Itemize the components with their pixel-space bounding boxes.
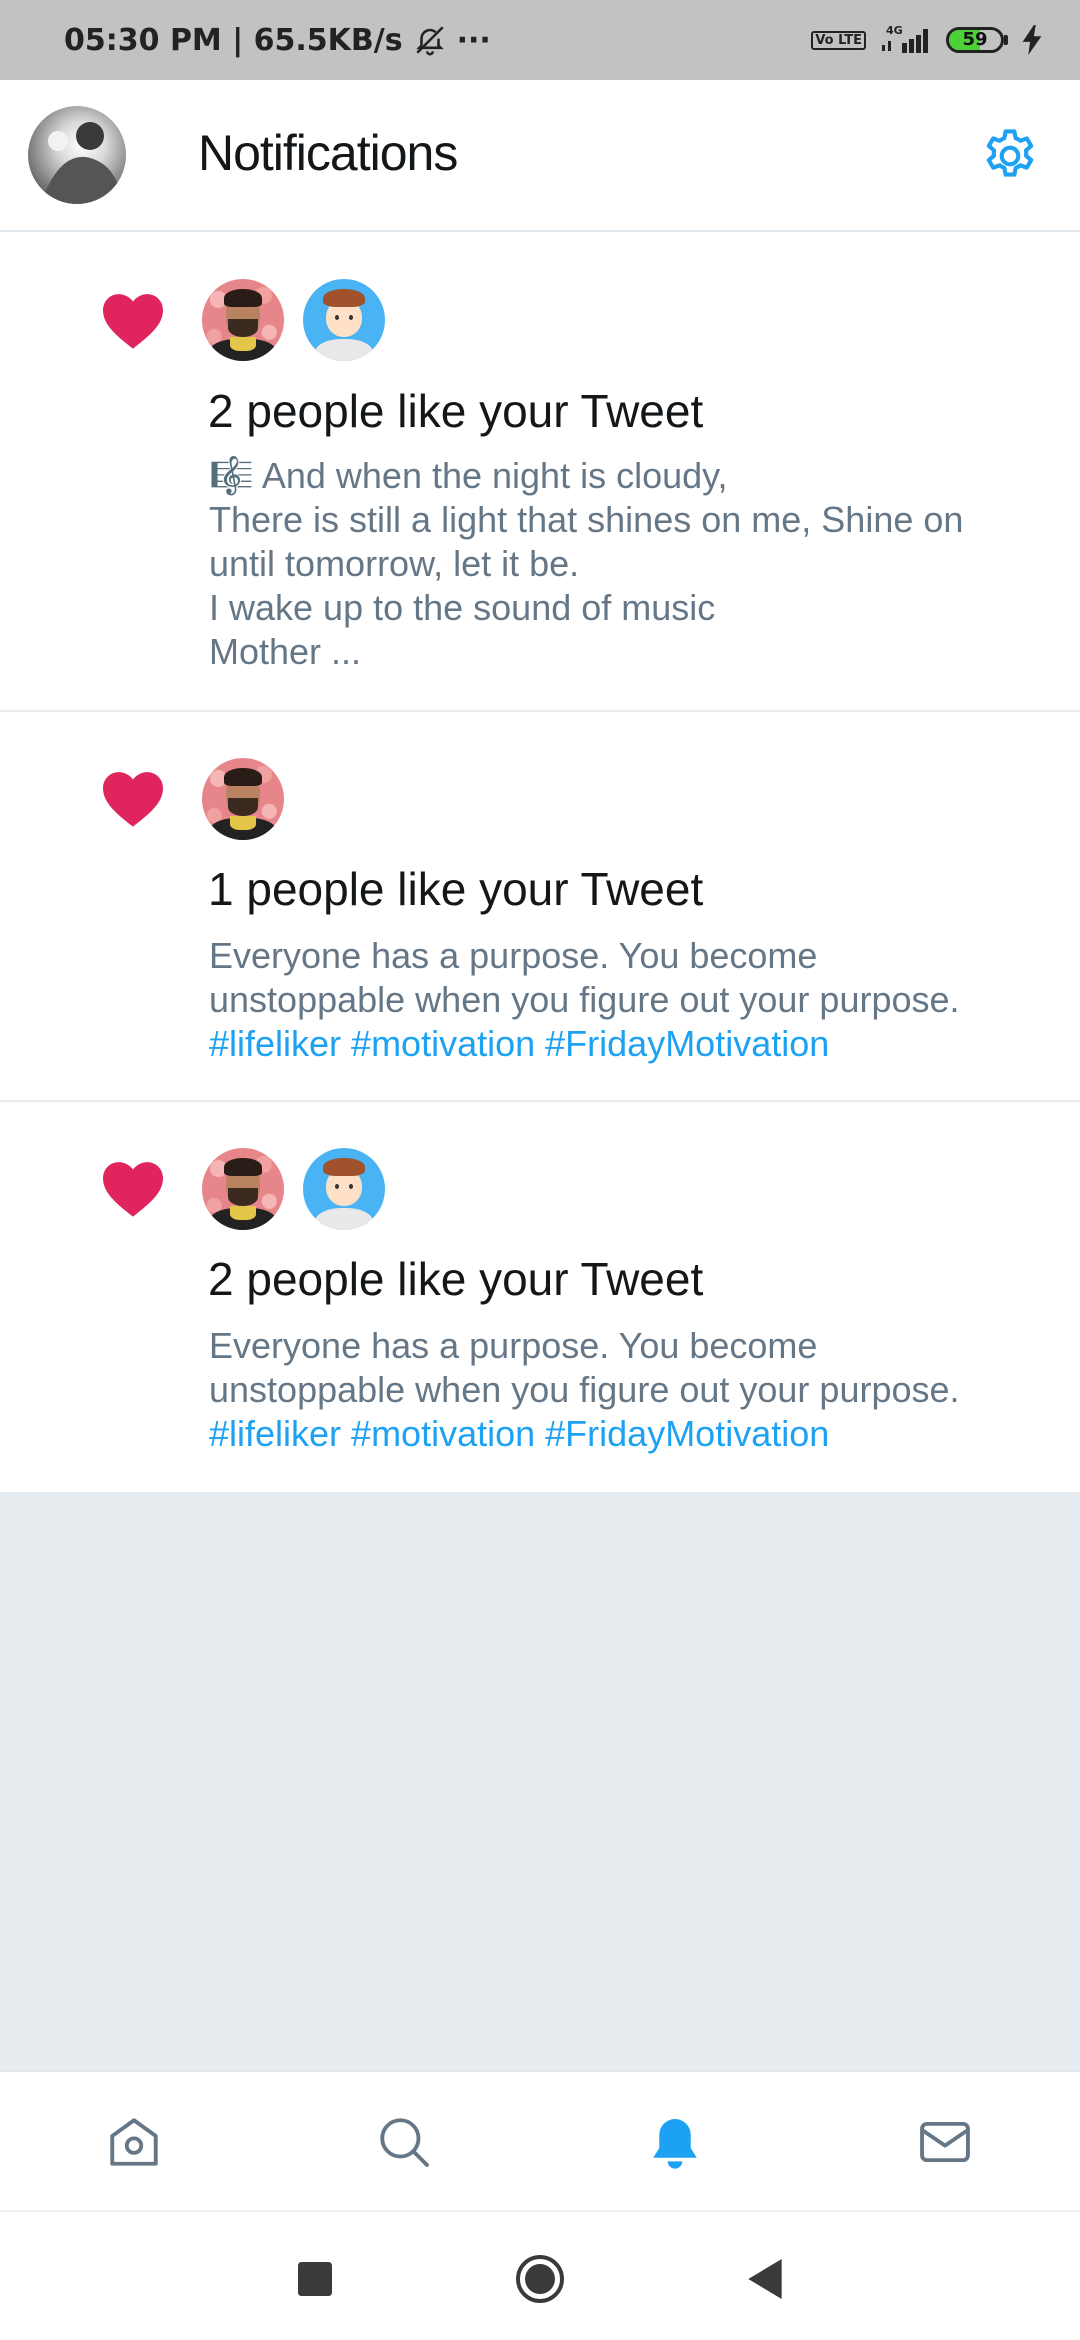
square-icon xyxy=(298,2262,332,2296)
heart-icon xyxy=(103,294,163,349)
status-time-speed: 05:30 PM | 65.5KB/s xyxy=(64,22,403,58)
battery-icon: 59 xyxy=(946,27,1008,53)
notification-title: 2 people like your Tweet xyxy=(208,385,704,437)
notification-item[interactable]: 2 people like your Tweet 🎼 And when the … xyxy=(0,232,1080,712)
avatar[interactable] xyxy=(202,1148,284,1230)
messages-icon xyxy=(920,2121,970,2163)
notification-body: 🎼 And when the night is cloudy, There is… xyxy=(209,454,1039,674)
back-button[interactable] xyxy=(740,2254,790,2304)
status-more-icon: ··· xyxy=(456,22,491,58)
status-bar: 05:30 PM | 65.5KB/s ··· Vo LTE 4G 59 xyxy=(0,0,1080,80)
status-right: Vo LTE 4G 59 xyxy=(811,23,1042,57)
body-line: Mother ... xyxy=(209,631,362,672)
settings-button[interactable] xyxy=(978,124,1042,188)
hashtags[interactable]: #lifeliker #motivation #FridayMotivation xyxy=(209,1022,1039,1066)
heart-icon xyxy=(103,1162,163,1217)
avatar[interactable] xyxy=(303,1148,385,1230)
liker-avatars xyxy=(202,279,385,361)
status-left: 05:30 PM | 65.5KB/s ··· xyxy=(64,23,491,58)
body-line: Everyone has a purpose. You become xyxy=(209,1325,818,1366)
notification-title: 2 people like your Tweet xyxy=(208,1253,704,1305)
body-line: I wake up to the sound of music xyxy=(209,587,716,628)
app-header: Notifications xyxy=(0,80,1080,232)
system-nav-bar xyxy=(0,2210,1080,2340)
body-line: There is still a light that shines on me… xyxy=(209,499,964,540)
recents-button[interactable] xyxy=(290,2254,340,2304)
home-icon xyxy=(110,2118,158,2166)
nav-messages-button[interactable] xyxy=(915,2112,975,2172)
notifications-icon xyxy=(653,2119,697,2169)
nav-home-button[interactable] xyxy=(104,2112,164,2172)
hashtags[interactable]: #lifeliker #motivation #FridayMotivation xyxy=(209,1412,1039,1456)
mute-bell-icon xyxy=(413,23,447,57)
notification-item[interactable]: 1 people like your Tweet Everyone has a … xyxy=(0,712,1080,1102)
circle-icon xyxy=(516,2255,564,2303)
avatar[interactable] xyxy=(202,758,284,840)
heart-icon xyxy=(103,772,163,827)
body-line: unstoppable when you figure out your pur… xyxy=(209,1369,960,1410)
notification-body: Everyone has a purpose. You become unsto… xyxy=(209,1324,1039,1456)
search-icon xyxy=(380,2118,429,2167)
avatar[interactable] xyxy=(303,279,385,361)
notification-item[interactable]: 2 people like your Tweet Everyone has a … xyxy=(0,1102,1080,1492)
nav-notifications-button[interactable] xyxy=(645,2112,705,2172)
battery-level: 59 xyxy=(962,29,988,50)
profile-avatar[interactable] xyxy=(28,106,126,204)
charging-icon xyxy=(1022,25,1042,55)
body-line: unstoppable when you figure out your pur… xyxy=(209,979,960,1020)
signal-icon: 4G xyxy=(880,23,932,57)
bottom-nav xyxy=(0,2070,1080,2210)
back-triangle-icon xyxy=(748,2259,782,2299)
nav-search-button[interactable] xyxy=(374,2112,434,2172)
network-type-label: 4G xyxy=(886,24,903,37)
body-line: until tomorrow, let it be. xyxy=(209,543,580,584)
body-line: 🎼 And when the night is cloudy, xyxy=(209,455,728,496)
home-system-button[interactable] xyxy=(515,2254,565,2304)
page-title: Notifications xyxy=(198,125,458,181)
avatar[interactable] xyxy=(202,279,284,361)
notification-title: 1 people like your Tweet xyxy=(208,863,704,915)
volte-icon: Vo LTE xyxy=(811,30,866,50)
liker-avatars xyxy=(202,758,284,840)
body-line: Everyone has a purpose. You become xyxy=(209,935,818,976)
notification-list: 2 people like your Tweet 🎼 And when the … xyxy=(0,232,1080,1492)
gear-icon xyxy=(986,129,1034,177)
liker-avatars xyxy=(202,1148,385,1230)
notification-body: Everyone has a purpose. You become unsto… xyxy=(209,934,1039,1066)
